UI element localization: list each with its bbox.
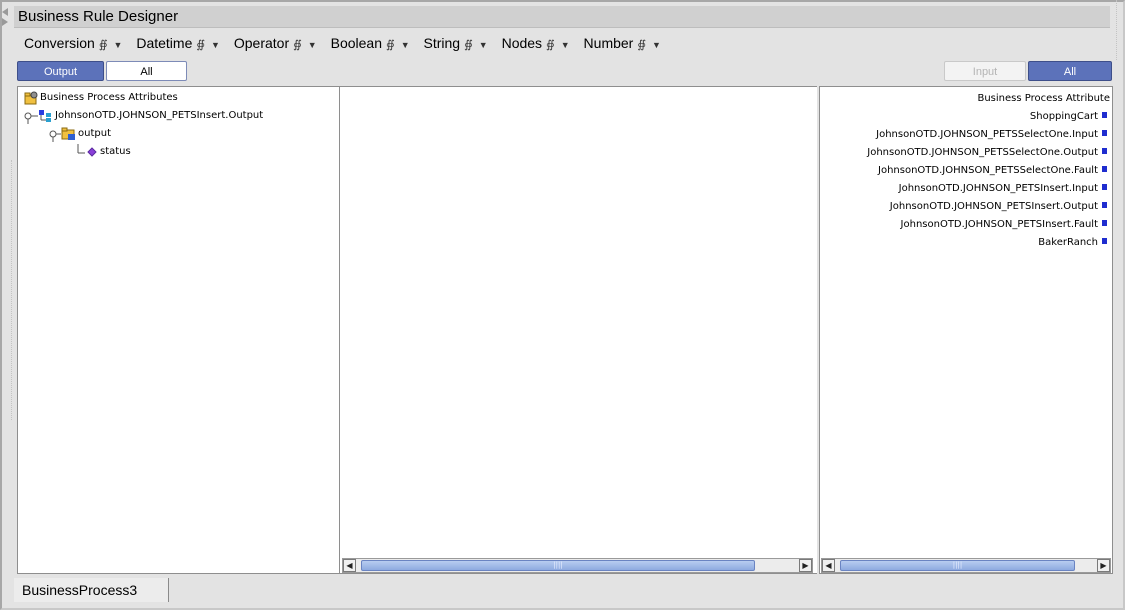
right-hscrollbar[interactable]: ◀ |||| ▶: [821, 558, 1111, 573]
scroll-right-icon[interactable]: ▶: [799, 559, 812, 572]
menu-label: Conversion: [24, 35, 95, 51]
output-tree-panel: Business Process Attributes JohnsonOTD.J…: [17, 86, 340, 574]
right-item-0[interactable]: ShoppingCart: [1030, 108, 1098, 126]
dropdown-arrow-icon[interactable]: ▼: [401, 40, 410, 50]
canvas-hscrollbar[interactable]: ◀ |||| ▶: [342, 558, 813, 573]
dropdown-arrow-icon[interactable]: ▼: [114, 40, 123, 50]
input-list-panel: Business Process Attribute ShoppingCart …: [819, 86, 1113, 574]
tree-label-node3: status: [100, 146, 131, 157]
connector-port-icon[interactable]: [1102, 112, 1107, 118]
scroll-left-icon[interactable]: ◀: [822, 559, 835, 572]
tree-label-root: Business Process Attributes: [40, 92, 178, 103]
menu-label: Boolean: [330, 35, 382, 51]
menu-label: String: [423, 35, 461, 51]
double-chevron-icon: ∯: [196, 39, 206, 51]
dropdown-arrow-icon[interactable]: ▼: [211, 40, 220, 50]
double-chevron-icon: ∯: [293, 39, 302, 51]
menu-string[interactable]: String ∯ ▼: [424, 32, 488, 56]
tree-label-node2: output: [78, 128, 111, 139]
right-item-7[interactable]: BakerRanch: [1038, 234, 1098, 252]
tab-business-process[interactable]: BusinessProcess3: [14, 578, 169, 602]
menu-label: Datetime: [136, 35, 193, 51]
connector-port-icon[interactable]: [1102, 220, 1107, 226]
right-edge-guide: [1116, 0, 1117, 60]
double-chevron-icon: ∯: [637, 39, 647, 51]
scroll-left-icon[interactable]: ◀: [343, 559, 356, 572]
dropdown-arrow-icon[interactable]: ▼: [308, 40, 317, 50]
double-chevron-icon: ∯: [546, 39, 555, 51]
right-item-2[interactable]: JohnsonOTD.JOHNSON_PETSSelectOne.Output: [867, 144, 1098, 162]
scroll-thumb[interactable]: ||||: [361, 560, 755, 571]
connector-port-icon[interactable]: [1102, 148, 1107, 154]
menu-datetime[interactable]: Datetime ∯ ▼: [136, 32, 220, 56]
right-all-button[interactable]: All: [1028, 61, 1112, 81]
blue-tree-icon: [24, 110, 51, 124]
grip-handle-icon[interactable]: [2, 8, 10, 26]
right-item-4[interactable]: JohnsonOTD.JOHNSON_PETSInsert.Input: [899, 180, 1098, 198]
right-header: Business Process Attribute: [977, 93, 1110, 104]
connector-port-icon[interactable]: [1102, 238, 1107, 244]
right-item-5[interactable]: JohnsonOTD.JOHNSON_PETSInsert.Output: [890, 198, 1098, 216]
folder-icon: [49, 127, 75, 142]
right-item-1[interactable]: JohnsonOTD.JOHNSON_PETSSelectOne.Input: [876, 126, 1098, 144]
output-button[interactable]: Output: [17, 61, 104, 81]
menu-number[interactable]: Number ∯ ▼: [584, 32, 661, 56]
input-button[interactable]: Input: [944, 61, 1026, 81]
right-item-6[interactable]: JohnsonOTD.JOHNSON_PETSInsert.Fault: [901, 216, 1098, 234]
folder-gear-icon: [24, 91, 38, 105]
purple-diamond-icon: [77, 144, 97, 157]
connector-port-icon[interactable]: [1102, 202, 1107, 208]
dropdown-arrow-icon[interactable]: ▼: [479, 40, 488, 50]
scroll-thumb[interactable]: ||||: [840, 560, 1075, 571]
double-chevron-icon: ∯: [98, 39, 108, 51]
left-all-button[interactable]: All: [106, 61, 187, 81]
window-title: Business Rule Designer: [14, 6, 1110, 28]
dropdown-arrow-icon[interactable]: ▼: [652, 40, 661, 50]
double-chevron-icon: ∯: [386, 39, 395, 51]
connector-port-icon[interactable]: [1102, 166, 1107, 172]
menu-boolean[interactable]: Boolean ∯ ▼: [331, 32, 410, 56]
function-menu-bar: Conversion ∯ ▼ Datetime ∯ ▼ Operator ∯ ▼ Boole…: [24, 32, 671, 54]
right-item-3[interactable]: JohnsonOTD.JOHNSON_PETSSelectOne.Fault: [878, 162, 1098, 180]
menu-label: Nodes: [501, 35, 543, 51]
double-chevron-icon: ∯: [464, 39, 473, 51]
menu-nodes[interactable]: Nodes ∯ ▼: [502, 32, 570, 56]
connector-port-icon[interactable]: [1102, 130, 1107, 136]
menu-conversion[interactable]: Conversion ∯ ▼: [24, 32, 122, 56]
tree-label-node1: JohnsonOTD.JOHNSON_PETSInsert.Output: [55, 110, 264, 121]
dropdown-arrow-icon[interactable]: ▼: [561, 40, 570, 50]
left-edge-guide: [11, 160, 12, 420]
connector-port-icon[interactable]: [1102, 184, 1107, 190]
scroll-right-icon[interactable]: ▶: [1097, 559, 1110, 572]
mapping-canvas[interactable]: ◀ |||| ▶: [340, 86, 817, 574]
menu-label: Operator: [233, 35, 290, 51]
menu-label: Number: [583, 35, 634, 51]
menu-operator[interactable]: Operator ∯ ▼: [234, 32, 317, 56]
